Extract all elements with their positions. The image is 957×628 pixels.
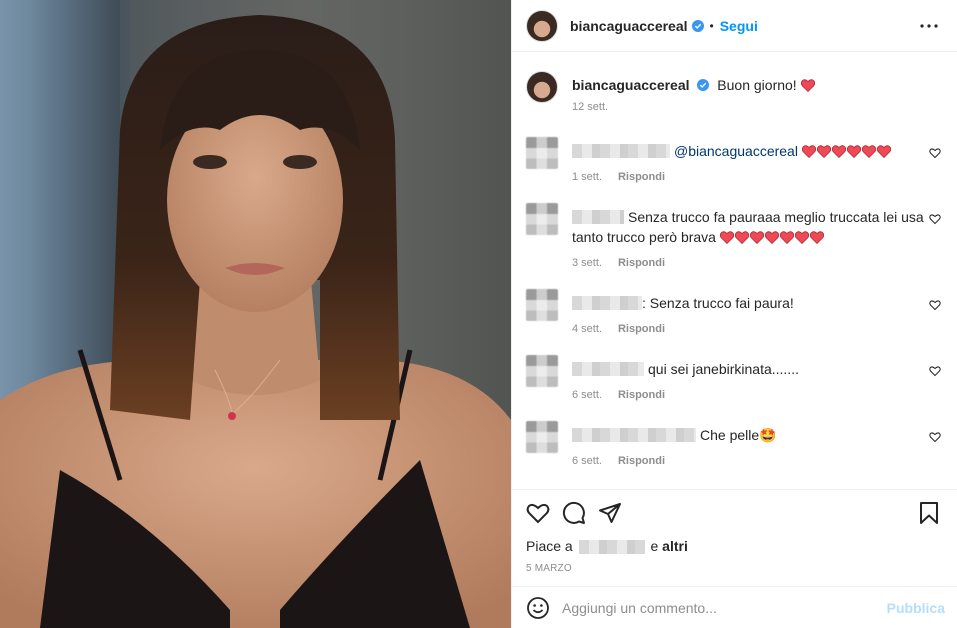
blurred-avatar[interactable]	[526, 137, 558, 169]
comment-text[interactable]: @biancaguaccereal	[674, 143, 798, 159]
blurred-username[interactable]	[572, 296, 642, 310]
publish-button[interactable]: Pubblica	[887, 600, 945, 616]
red-heart-emoji-icon	[801, 145, 816, 158]
likes-prefix: Piace a	[526, 538, 573, 554]
comment-bubble-icon[interactable]	[562, 501, 586, 525]
author-avatar[interactable]	[526, 9, 558, 42]
like-heart-icon[interactable]	[526, 501, 550, 525]
blurred-avatar[interactable]	[526, 421, 558, 453]
header-separator: •	[709, 18, 714, 33]
like-comment-heart-icon[interactable]	[929, 147, 941, 159]
post-photo[interactable]	[0, 0, 511, 628]
selfie-illustration	[0, 0, 511, 628]
like-comment-heart-icon[interactable]	[929, 365, 941, 377]
likes-middle: e	[650, 538, 659, 554]
share-paper-plane-icon[interactable]	[598, 501, 622, 525]
emoji-smiley-icon[interactable]	[526, 596, 550, 620]
red-heart-emoji-icon	[876, 145, 891, 158]
reply-button[interactable]: Rispondi	[618, 171, 665, 183]
reply-button[interactable]: Rispondi	[618, 389, 665, 401]
verified-badge-icon	[691, 19, 704, 32]
comment-text: Che pelle🤩	[700, 427, 777, 443]
likes-others-link[interactable]: altri	[662, 538, 688, 554]
blurred-avatar[interactable]	[526, 289, 558, 321]
comment-text: qui sei janebirkinata.......	[648, 361, 799, 377]
caption-body: biancaguaccereal Buon giorno! 12 sett.	[572, 69, 941, 113]
comment-time[interactable]: 1 sett.	[572, 171, 602, 183]
red-heart-emoji-icon	[764, 231, 779, 244]
comment-item: : Senza trucco fai paura! 4 sett. Rispon…	[526, 287, 941, 335]
reply-button[interactable]: Rispondi	[618, 257, 665, 269]
red-heart-emoji-icon	[861, 145, 876, 158]
comment-item: qui sei janebirkinata....... 6 sett. Ris…	[526, 353, 941, 401]
follow-button[interactable]: Segui	[720, 18, 758, 34]
comment-time[interactable]: 4 sett.	[572, 323, 602, 335]
comment-time[interactable]: 6 sett.	[572, 389, 602, 401]
post-side-panel: biancaguaccereal • Segui biancaguaccerea…	[511, 0, 957, 628]
caption-text: Buon giorno!	[717, 77, 797, 93]
red-heart-emoji-icon	[831, 145, 846, 158]
like-comment-heart-icon[interactable]	[929, 431, 941, 443]
red-heart-emoji-icon	[846, 145, 861, 158]
red-heart-emoji-icon	[749, 231, 764, 244]
comments-list[interactable]: biancaguaccereal Buon giorno! 12 sett. @…	[512, 53, 957, 489]
likes-summary: Piace a e altri	[526, 538, 941, 554]
comment-time[interactable]: 6 sett.	[572, 455, 602, 467]
save-bookmark-icon[interactable]	[917, 501, 941, 525]
red-heart-emoji-icon	[816, 145, 831, 158]
reply-button[interactable]: Rispondi	[618, 323, 665, 335]
caption-author-avatar[interactable]	[526, 71, 558, 103]
red-heart-emoji-icon	[779, 231, 794, 244]
author-username[interactable]: biancaguaccereal	[570, 18, 688, 34]
comment-input[interactable]	[562, 599, 887, 616]
caption-time[interactable]: 12 sett.	[572, 101, 608, 113]
comment-item: Che pelle🤩 6 sett. Rispondi	[526, 419, 941, 467]
reply-button[interactable]: Rispondi	[618, 455, 665, 467]
post-actions: Piace a e altri 5 MARZO	[512, 489, 957, 574]
blurred-username[interactable]	[572, 144, 670, 158]
blurred-liker-username[interactable]	[578, 540, 645, 554]
instagram-post: biancaguaccereal • Segui biancaguaccerea…	[0, 0, 957, 628]
red-heart-emoji-icon	[719, 231, 734, 244]
blurred-username[interactable]	[572, 210, 624, 224]
blurred-avatar[interactable]	[526, 355, 558, 387]
comment-item: Senza trucco fa pauraaa meglio truccata …	[526, 201, 941, 269]
heart-emojis	[801, 143, 892, 159]
red-heart-emoji-icon	[734, 231, 749, 244]
red-heart-emoji-icon	[809, 231, 824, 244]
comment-item: @biancaguaccereal 1 sett. Rispondi	[526, 135, 941, 183]
like-comment-heart-icon[interactable]	[929, 299, 941, 311]
comment-time[interactable]: 3 sett.	[572, 257, 602, 269]
heart-emojis	[719, 229, 825, 245]
verified-badge-icon	[697, 79, 710, 91]
blurred-username[interactable]	[572, 428, 696, 442]
post-header: biancaguaccereal • Segui	[512, 0, 957, 52]
like-comment-heart-icon[interactable]	[929, 213, 941, 225]
caption-author-username[interactable]: biancaguaccereal	[572, 77, 690, 93]
post-caption: biancaguaccereal Buon giorno! 12 sett.	[526, 69, 941, 113]
blurred-username[interactable]	[572, 362, 644, 376]
post-date[interactable]: 5 MARZO	[526, 563, 941, 574]
red-heart-emoji-icon	[800, 79, 815, 92]
more-options-icon[interactable]	[917, 14, 941, 38]
add-comment-bar: Pubblica	[512, 586, 957, 628]
red-heart-emoji-icon	[794, 231, 809, 244]
blurred-avatar[interactable]	[526, 203, 558, 235]
comment-text: : Senza trucco fai paura!	[642, 295, 794, 311]
